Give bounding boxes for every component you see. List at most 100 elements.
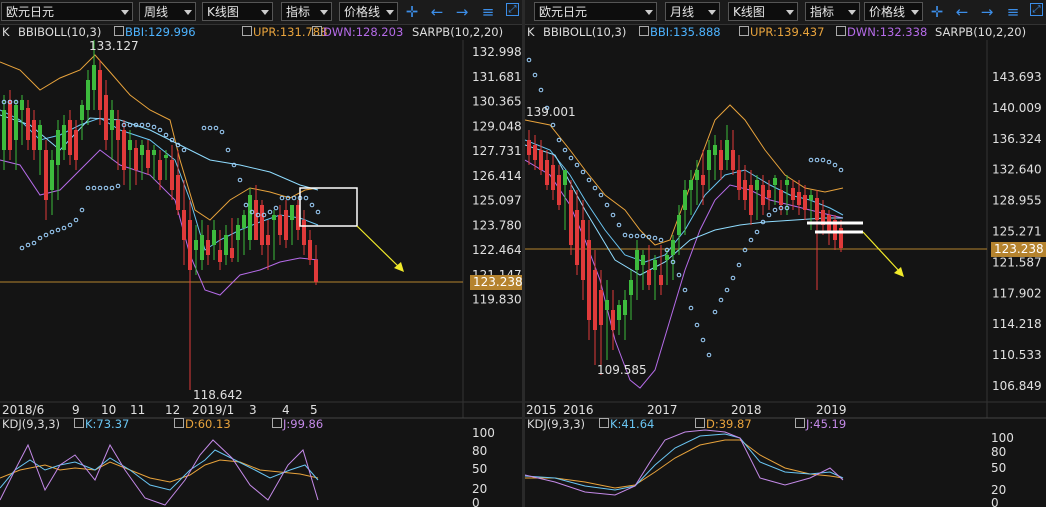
sar-dot xyxy=(694,322,700,328)
kdj-tick-label: 50 xyxy=(991,461,1006,475)
sar-dot xyxy=(772,207,778,213)
candle-body xyxy=(611,310,615,330)
candle-body xyxy=(50,160,54,190)
checkbox-icon[interactable] xyxy=(174,418,184,428)
x-tick-label: 2015 xyxy=(526,403,557,417)
y-tick-label: 119.830 xyxy=(472,293,522,307)
sar-dot xyxy=(724,287,730,293)
low-annotation: 118.642 xyxy=(193,388,243,402)
kdj-j[interactable]: J:99.86 xyxy=(272,417,323,431)
sar-dot xyxy=(526,57,532,63)
y-tick-label: 110.533 xyxy=(992,348,1042,362)
kdj-d[interactable]: D:60.13 xyxy=(174,417,231,431)
candle-body xyxy=(575,210,579,265)
checkbox-icon[interactable] xyxy=(599,418,609,428)
sar-dot xyxy=(219,129,225,135)
weekly-chart-panel[interactable]: 欧元日元 周线 K线图 指标 价格线 ✛ ← → ≡ ⤢ K BBIBOLL(1… xyxy=(0,0,522,507)
candle-body xyxy=(773,178,777,185)
sar-dot xyxy=(730,275,736,281)
sar-dot xyxy=(748,237,754,243)
candle-body xyxy=(140,145,144,155)
kdj-j-line xyxy=(0,439,319,506)
sar-dot xyxy=(279,195,285,201)
checkbox-icon[interactable] xyxy=(795,418,805,428)
candle-body xyxy=(284,210,288,240)
checkbox-icon[interactable] xyxy=(695,418,705,428)
kdj-d[interactable]: D:39.87 xyxy=(695,417,752,431)
sar-dot xyxy=(604,202,610,208)
candle-body xyxy=(701,175,705,185)
kdj-tick-label: 80 xyxy=(991,445,1006,459)
candle-body xyxy=(635,250,639,270)
kdj-k[interactable]: K:41.64 xyxy=(599,417,654,431)
y-tick-label: 125.097 xyxy=(472,194,522,208)
sar-dot xyxy=(151,124,157,130)
kdj-tick-label: 0 xyxy=(991,496,999,507)
candle-body xyxy=(242,215,246,228)
y-tick-label: 121.587 xyxy=(992,255,1042,269)
x-tick-label: 4 xyxy=(282,403,290,417)
sar-dot xyxy=(97,185,103,191)
current-price-tag: 123.238 xyxy=(470,275,522,290)
sar-dot xyxy=(237,177,243,183)
candle-body xyxy=(56,130,60,165)
drawn-arrow-line[interactable] xyxy=(862,231,901,273)
kdj-j[interactable]: J:45.19 xyxy=(795,417,846,431)
drawn-arrow-line[interactable] xyxy=(356,225,401,269)
candle-body xyxy=(26,108,30,140)
candle-body xyxy=(587,240,591,320)
kdj-tick-label: 100 xyxy=(991,431,1014,445)
sar-dot xyxy=(622,232,628,238)
candle-body xyxy=(725,140,729,160)
candle-body xyxy=(104,95,108,140)
kdj-d-line xyxy=(0,459,319,483)
candle-body xyxy=(539,150,543,170)
checkbox-icon[interactable] xyxy=(272,418,282,428)
sar-dot xyxy=(826,159,832,165)
y-axis-labels: 143.693 140.009 136.324 132.640 128.955 125.2… xyxy=(992,70,1042,393)
candle-body xyxy=(731,150,735,170)
sar-dot xyxy=(25,242,31,248)
candle-body xyxy=(14,105,18,140)
sar-dot xyxy=(31,240,37,246)
sar-dot xyxy=(267,209,273,215)
candle-body xyxy=(803,195,807,210)
candle-body xyxy=(308,240,312,260)
sar-dot xyxy=(19,245,25,251)
sar-dot xyxy=(303,195,309,201)
candle-body xyxy=(62,125,66,150)
kdj-axis-labels: 1008050200 xyxy=(472,426,495,507)
candle-body xyxy=(8,100,12,150)
monthly-chart-panel[interactable]: 欧元日元 月线 K线图 指标 价格线 ✛ ← → ≡ ⤢ K BBIBOLL(1… xyxy=(525,0,1046,507)
candle-body xyxy=(98,70,102,110)
candle-body xyxy=(224,235,228,255)
y-tick-label: 106.849 xyxy=(992,379,1042,393)
candle-body xyxy=(785,180,789,185)
candle-body xyxy=(713,145,717,155)
y-tick-label: 117.902 xyxy=(992,286,1042,300)
kdj-k[interactable]: K:73.37 xyxy=(74,417,129,431)
checkbox-icon[interactable] xyxy=(74,418,84,428)
candle-body xyxy=(278,215,282,235)
sar-dot xyxy=(634,233,640,239)
sar-dot xyxy=(754,229,760,235)
high-annotation: 139.001 xyxy=(526,105,576,119)
candle-body xyxy=(581,220,585,280)
x-tick-label: 2016 xyxy=(563,403,594,417)
kdj-d-line xyxy=(525,439,844,489)
drawn-rectangle[interactable] xyxy=(299,187,358,227)
candle-body xyxy=(815,198,819,220)
kdj-j-line xyxy=(525,429,844,496)
sar-dot xyxy=(538,87,544,93)
candle-body xyxy=(92,65,96,90)
sar-dot xyxy=(628,233,634,239)
candle-body xyxy=(569,190,573,245)
candle-body xyxy=(677,215,681,235)
kdj-j-value: J:99.86 xyxy=(283,417,324,431)
y-tick-label: 130.365 xyxy=(472,95,522,109)
sar-dot xyxy=(85,185,91,191)
kdj-title: KDJ(9,3,3) xyxy=(527,417,586,431)
candle-body xyxy=(659,275,663,285)
y-tick-label: 140.009 xyxy=(992,101,1042,115)
kdj-d-value: D:60.13 xyxy=(185,417,231,431)
